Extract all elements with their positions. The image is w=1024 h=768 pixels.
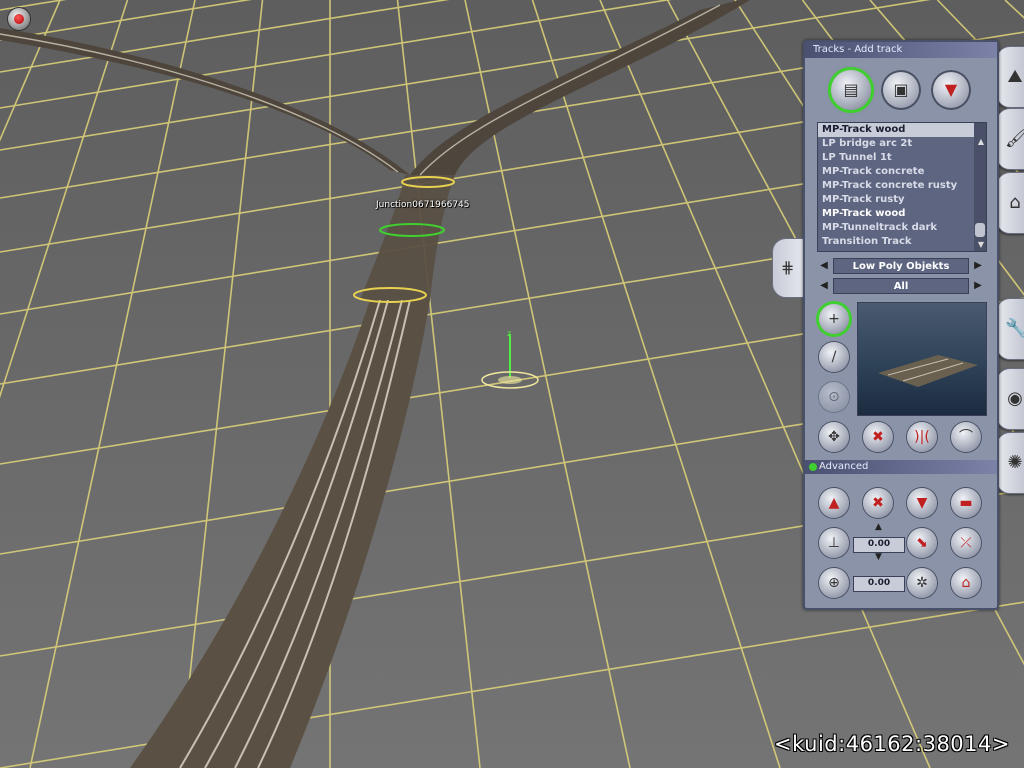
curve-icon: ⌒ (959, 429, 973, 445)
height-down-arrow-icon[interactable]: ▼ (875, 552, 882, 562)
list-item[interactable]: MP-Track concrete rusty (818, 179, 986, 193)
advanced-section-header[interactable]: Advanced (805, 460, 997, 474)
tab-paint[interactable]: 🖌 (996, 108, 1024, 170)
category-prev-arrow-icon[interactable]: ◀ (817, 278, 831, 294)
set-height-icon: ⬊ (916, 535, 928, 551)
asset-preview (857, 302, 987, 416)
height-adjust-icon: ⊥ (827, 535, 841, 551)
link-icon: ∕ (831, 349, 837, 365)
advanced-label: Advanced (819, 461, 869, 472)
set-height-button[interactable]: ⬊ (907, 528, 937, 558)
house-icon: ⌂ (1009, 192, 1021, 213)
list-item[interactable]: MP-Track concrete (818, 165, 986, 179)
record-button[interactable] (8, 8, 30, 30)
raise-icon: ▲ (828, 495, 840, 511)
terrain-icon: ⛰ (1007, 66, 1023, 87)
eyedropper-icon: ⊙ (828, 389, 840, 405)
track-object-icon: ▣ (893, 80, 909, 99)
lower-spline-point-button[interactable]: ▼ (907, 488, 937, 518)
track-tab-icon: ⋕ (781, 258, 795, 277)
add-track-mode-button[interactable]: ▤ (831, 70, 871, 110)
trackmark-mode-button[interactable]: ▼ (931, 70, 971, 110)
record-icon (14, 14, 24, 24)
tab-tools[interactable]: 🔧 (996, 298, 1024, 360)
junction-label: Junction0671966745 (376, 200, 470, 210)
reset-angle-icon: ✲ (916, 575, 928, 591)
sun-icon: ✺ (1007, 452, 1023, 473)
height-up-arrow-icon[interactable]: ▲ (875, 522, 882, 532)
delete-point-button[interactable]: ✖ (863, 488, 893, 518)
move-spline-button[interactable]: ✥ (819, 422, 849, 452)
region-filter: ◀ Low Poly Objekts ▶ (817, 258, 985, 274)
adjust-height-button[interactable]: ⊥ (819, 528, 849, 558)
tab-layers[interactable]: ◉ (996, 368, 1024, 430)
delete-spline-button[interactable]: ✖ (863, 422, 893, 452)
adjust-angle-button[interactable]: ⊕ (819, 568, 849, 598)
lower-icon: ▼ (916, 495, 928, 511)
grade-button[interactable]: ⌂ (951, 568, 981, 598)
region-filter-value[interactable]: Low Poly Objekts (833, 258, 969, 274)
clear-height-button[interactable]: ⤫ (951, 528, 981, 558)
region-prev-arrow-icon[interactable]: ◀ (817, 258, 831, 274)
track-icon: ▤ (843, 80, 859, 99)
reset-angle-button[interactable]: ✲ (907, 568, 937, 598)
raise-spline-point-button[interactable]: ▲ (819, 488, 849, 518)
list-item[interactable]: MP-Track rusty (818, 193, 986, 207)
scroll-up-icon[interactable]: ▲ (978, 137, 984, 146)
svg-text:z: z (507, 329, 511, 338)
list-item[interactable]: Transition Track (818, 235, 986, 249)
category-filter-value[interactable]: All (833, 278, 969, 294)
plus-icon: + (828, 311, 840, 327)
delete-point-icon: ✖ (872, 495, 884, 511)
move-icon: ✥ (828, 429, 840, 445)
wrench-icon: 🔧 (1005, 318, 1024, 339)
asset-list[interactable]: MP-Track wood LP bridge arc 2t LP Tunnel… (817, 122, 987, 252)
list-item-selected[interactable]: MP-Track wood (818, 123, 986, 137)
get-spline-button[interactable]: ⊙ (819, 382, 849, 412)
apply-height-button[interactable]: ▬ (951, 488, 981, 518)
category-next-arrow-icon[interactable]: ▶ (971, 278, 985, 294)
list-item[interactable]: LP Tunnel 1t (818, 151, 986, 165)
track-object-mode-button[interactable]: ▣ (881, 70, 921, 110)
grade-icon: ⌂ (961, 575, 971, 591)
scroll-down-icon[interactable]: ▼ (978, 240, 984, 249)
panel-title: Tracks - Add track (805, 42, 997, 58)
clear-height-icon: ⤫ (960, 535, 972, 551)
trackmark-icon: ▼ (944, 80, 958, 99)
advanced-indicator (809, 463, 817, 471)
list-item[interactable]: LP bridge arc 2t (818, 137, 986, 151)
tab-objects[interactable]: ⌂ (996, 172, 1024, 234)
straighten-icon: )|( (914, 429, 930, 445)
tab-environment[interactable]: ✺ (996, 432, 1024, 494)
connect-spline-button[interactable]: ∕ (819, 342, 849, 372)
kuid-label: <kuid:46162:38014> (774, 732, 1010, 756)
height-icon: ▬ (959, 495, 973, 511)
paintbrush-icon: 🖌 (1005, 128, 1024, 149)
height-value-field[interactable]: 0.00 (853, 537, 905, 553)
tab-topology[interactable]: ⛰ (996, 46, 1024, 108)
list-item[interactable]: MP-Track wood (818, 207, 986, 221)
angle-value-field[interactable]: 0.00 (853, 576, 905, 592)
straighten-button[interactable]: )|( (907, 422, 937, 452)
tracks-panel: Tracks - Add track ▤ ▣ ▼ MP-Track wood L… (803, 40, 999, 610)
list-item[interactable]: MP-Tunneltrack dark (818, 221, 986, 235)
delete-icon: ✖ (872, 429, 884, 445)
angle-icon: ⊕ (828, 575, 840, 591)
add-spline-button[interactable]: + (819, 304, 849, 334)
globe-icon: ◉ (1007, 388, 1023, 409)
scroll-thumb[interactable] (975, 223, 985, 237)
category-filter: ◀ All ▶ (817, 278, 985, 294)
list-scrollbar[interactable]: ▲ ▼ (974, 123, 986, 251)
smooth-button[interactable]: ⌒ (951, 422, 981, 452)
region-next-arrow-icon[interactable]: ▶ (971, 258, 985, 274)
